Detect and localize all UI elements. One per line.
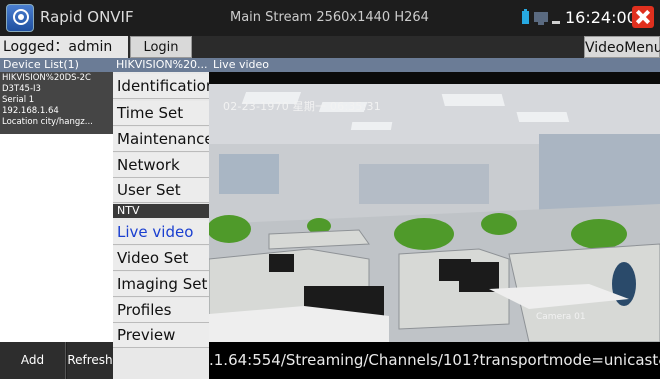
add-device-button[interactable]: Add [0,342,66,379]
device-actions: Add Refresh [0,342,113,379]
stream-info: Main Stream 2560x1440 H264 [230,10,429,25]
login-bar: Logged：admin Login Out VideoMenu [0,36,660,77]
close-button[interactable] [632,6,654,28]
device-list-header: Device List(1) [0,58,113,72]
device-menu-header: HIKVISION%20... [113,58,209,72]
menu-item-maintenance[interactable]: Maintenance [113,127,214,152]
menu-item-network-set[interactable]: Network Set [113,153,209,199]
video-timestamp: 02-23-1970 星期一 06:35:31 [223,100,381,113]
battery-icon [522,9,529,24]
menu-item-live-video[interactable]: Live video [113,220,209,245]
signal-icon [552,21,560,24]
device-location: Location city/hangz... [2,117,93,127]
live-video-view[interactable]: 02-23-1970 星期一 06:35:31 Camera 01 [209,72,660,342]
video-panel-header: Live video [209,58,660,72]
device-name: HIKVISION%20DS-2C [2,73,91,83]
menu-item-time-set[interactable]: Time Set [113,101,209,126]
network-icon [534,12,548,25]
menu-item-profiles[interactable]: Profiles [113,298,209,323]
device-list-item[interactable]: HIKVISION%20DS-2C D3T45-I3 Serial 1 192.… [0,72,113,134]
menu-item-preview[interactable]: Preview [113,323,209,348]
menu-item-identification[interactable]: Identification [113,74,215,99]
clock: 16:24:00 [565,8,637,27]
menu-item-video-set[interactable]: Video Set [113,246,209,271]
video-menu-button[interactable]: VideoMenu [584,36,660,58]
logged-in-status: Logged：admin [0,36,128,58]
device-ip: 192.168.1.64 [2,106,59,116]
device-model: D3T45-I3 [2,84,41,94]
camera-label: Camera 01 [536,312,586,322]
onvif-app-icon [6,4,34,32]
refresh-button[interactable]: Refresh [67,342,113,379]
app-title: Rapid ONVIF [40,8,134,26]
title-bar: Rapid ONVIF Main Stream 2560x1440 H264 1… [0,0,660,36]
device-menu: Identification Time Set Maintenance Netw… [113,72,215,379]
device-list: HIKVISION%20DS-2C D3T45-I3 Serial 1 192.… [0,72,113,342]
menu-item-imaging-set[interactable]: Imaging Set [113,272,209,297]
menu-section-ntv: NTV [113,204,209,218]
camera-feed-image [209,84,660,342]
stream-url: .1.64:554/Streaming/Channels/101?transpo… [209,342,660,379]
menu-item-user-set[interactable]: User Set [113,178,209,203]
logout-button[interactable]: Login Out [130,36,192,77]
device-serial: Serial 1 [2,95,35,105]
